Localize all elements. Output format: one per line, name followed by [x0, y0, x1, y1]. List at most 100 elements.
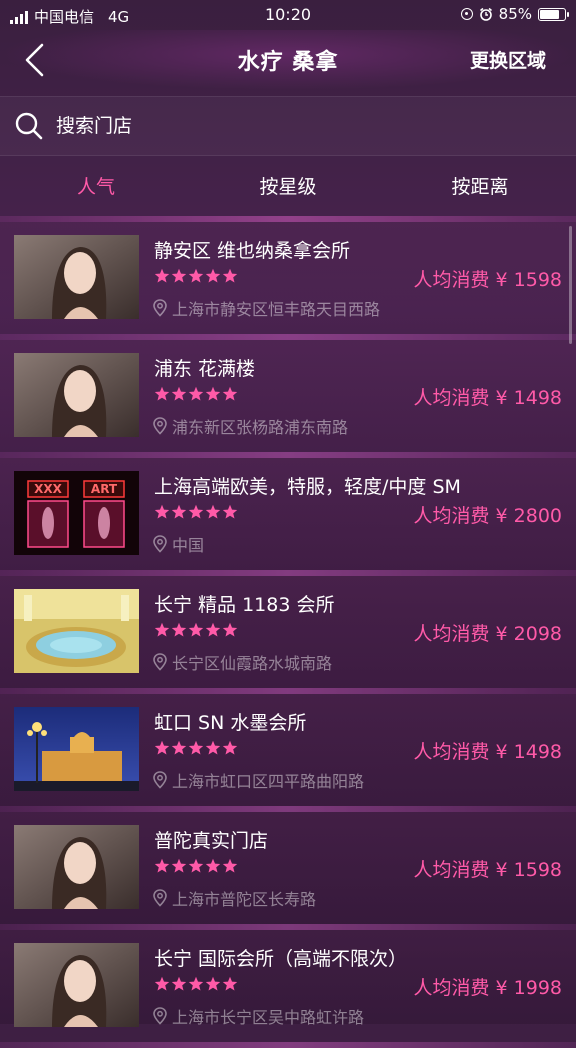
location-pin-icon — [152, 1007, 168, 1025]
store-address: 上海市普陀区长寿路 — [152, 886, 316, 910]
battery-percent: 85% — [498, 5, 532, 23]
star-icon — [154, 504, 170, 519]
star-icon — [188, 976, 204, 991]
location-pin-icon — [152, 889, 168, 907]
average-price: 人均消费 ¥ 2800 — [413, 505, 562, 527]
store-list-item[interactable]: XXX ART 上海高端欧美，特服，轻度/中度 SM 人均消费 ¥ 2800 中国 — [0, 458, 576, 576]
neon-sign-left: XXX — [34, 482, 63, 496]
nav-bar: 水疗 桑拿 更换区域 — [0, 30, 576, 90]
store-thumbnail — [14, 825, 139, 909]
store-thumbnail — [14, 707, 139, 791]
store-name: 长宁 精品 1183 会所 — [154, 594, 335, 616]
star-icon — [205, 504, 221, 519]
store-thumbnail — [14, 943, 139, 1027]
address-text: 中国 — [172, 536, 205, 555]
star-icon — [154, 622, 170, 637]
search-input[interactable] — [56, 111, 536, 141]
star-icon — [154, 976, 170, 991]
address-text: 上海市长宁区吴中路虹许路 — [172, 1008, 365, 1027]
star-icon — [188, 858, 204, 873]
store-list-item[interactable]: 虹口 SN 水墨会所人均消费 ¥ 1498 上海市虹口区四平路曲阳路 — [0, 694, 576, 812]
average-price: 人均消费 ¥ 2098 — [413, 623, 562, 645]
star-icon — [205, 740, 221, 755]
star-rating — [154, 858, 238, 874]
alarm-icon — [479, 7, 492, 21]
star-rating — [154, 976, 238, 992]
average-price: 人均消费 ¥ 1598 — [413, 859, 562, 881]
neon-sign-right: ART — [91, 482, 118, 496]
store-list-item[interactable]: 长宁 国际会所（高端不限次） 人均消费 ¥ 1998 上海市长宁区吴中路虹许路 — [0, 930, 576, 1048]
star-rating — [154, 740, 238, 756]
store-list-item[interactable]: 静安区 维也纳桑拿会所人均消费 ¥ 1598 上海市静安区恒丰路天目西路 — [0, 222, 576, 340]
star-icon — [154, 268, 170, 283]
store-address: 浦东新区张杨路浦东南路 — [152, 414, 348, 438]
star-icon — [222, 622, 238, 637]
search-bar[interactable] — [0, 96, 576, 156]
star-icon — [222, 504, 238, 519]
star-icon — [188, 268, 204, 283]
star-icon — [222, 740, 238, 755]
store-name: 虹口 SN 水墨会所 — [154, 712, 307, 734]
star-icon — [154, 740, 170, 755]
star-icon — [205, 268, 221, 283]
star-icon — [188, 740, 204, 755]
address-text: 上海市普陀区长寿路 — [172, 890, 317, 909]
average-price: 人均消费 ¥ 1598 — [413, 269, 562, 291]
store-thumbnail: XXX ART — [14, 471, 139, 555]
store-name: 上海高端欧美，特服，轻度/中度 SM — [154, 476, 461, 498]
store-list-item[interactable]: 浦东 花满楼 人均消费 ¥ 1498 浦东新区张杨路浦东南路 — [0, 340, 576, 458]
store-list: 静安区 维也纳桑拿会所人均消费 ¥ 1598 上海市静安区恒丰路天目西路浦东 花满… — [0, 222, 576, 1048]
store-thumbnail — [14, 353, 139, 437]
star-rating — [154, 386, 238, 402]
location-pin-icon — [152, 299, 168, 317]
star-icon — [171, 740, 187, 755]
store-address: 上海市静安区恒丰路天目西路 — [152, 296, 380, 320]
divider — [0, 1042, 576, 1048]
star-icon — [188, 504, 204, 519]
star-icon — [171, 386, 187, 401]
scrollbar[interactable] — [569, 226, 572, 344]
location-pin-icon — [152, 535, 168, 553]
star-icon — [171, 858, 187, 873]
star-icon — [222, 976, 238, 991]
average-price: 人均消费 ¥ 1498 — [413, 741, 562, 763]
battery-icon — [538, 7, 569, 21]
star-rating — [154, 622, 238, 638]
star-icon — [205, 386, 221, 401]
store-list-item[interactable]: 普陀真实门店人均消费 ¥ 1598 上海市普陀区长寿路 — [0, 812, 576, 930]
star-icon — [205, 622, 221, 637]
star-icon — [154, 386, 170, 401]
change-region-button[interactable]: 更换区域 — [470, 46, 546, 73]
store-name: 长宁 国际会所（高端不限次） — [154, 948, 408, 970]
search-icon — [15, 112, 43, 140]
address-text: 长宁区仙霞路水城南路 — [172, 654, 333, 673]
star-icon — [171, 622, 187, 637]
star-icon — [188, 622, 204, 637]
location-pin-icon — [152, 653, 168, 671]
star-rating — [154, 268, 238, 284]
tab-popularity[interactable]: 人气 — [0, 158, 192, 216]
star-icon — [154, 858, 170, 873]
store-address: 上海市虹口区四平路曲阳路 — [152, 768, 364, 792]
orientation-lock-icon — [460, 8, 473, 20]
store-list-item[interactable]: 长宁 精品 1183 会所人均消费 ¥ 2098 长宁区仙霞路水城南路 — [0, 576, 576, 694]
store-name: 普陀真实门店 — [154, 830, 269, 852]
star-icon — [222, 268, 238, 283]
store-address: 中国 — [152, 532, 204, 556]
location-pin-icon — [152, 417, 168, 435]
store-thumbnail — [14, 235, 139, 319]
store-address: 上海市长宁区吴中路虹许路 — [152, 1004, 364, 1028]
tab-star-rating[interactable]: 按星级 — [192, 158, 384, 216]
star-icon — [205, 976, 221, 991]
star-icon — [205, 858, 221, 873]
star-icon — [171, 976, 187, 991]
store-address: 长宁区仙霞路水城南路 — [152, 650, 332, 674]
average-price: 人均消费 ¥ 1998 — [413, 977, 562, 999]
store-thumbnail — [14, 589, 139, 673]
star-rating — [154, 504, 238, 520]
star-icon — [222, 858, 238, 873]
star-icon — [188, 386, 204, 401]
store-name: 静安区 维也纳桑拿会所 — [154, 240, 351, 262]
address-text: 上海市静安区恒丰路天目西路 — [172, 300, 381, 319]
tab-distance[interactable]: 按距离 — [384, 158, 576, 216]
